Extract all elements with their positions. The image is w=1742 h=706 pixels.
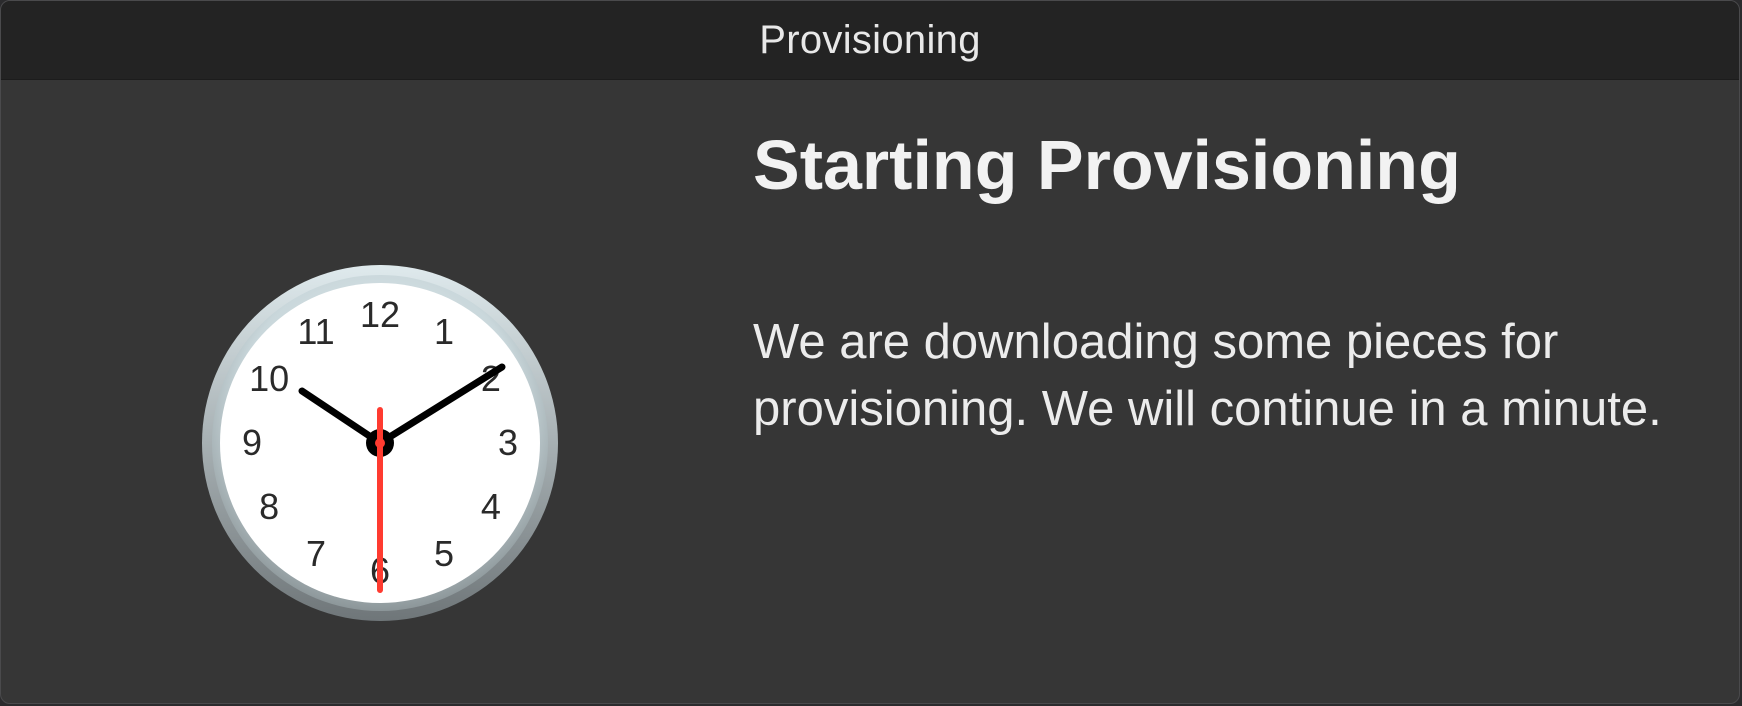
clock-numeral-9: 9	[242, 422, 262, 463]
clock-numeral-8: 8	[259, 486, 279, 527]
provisioning-window: Provisioning 12 1 2 3 4 5 7 8 9 10 11 St…	[0, 0, 1740, 704]
clock-numeral-10: 10	[249, 358, 289, 399]
clock-graphic: 121234567891011	[202, 265, 558, 621]
window-title: Provisioning	[759, 17, 981, 62]
clock-numeral-1: 1	[434, 311, 454, 352]
clock-icon: 121234567891011	[197, 260, 563, 626]
dialog-message: We are downloading some pieces for provi…	[753, 315, 1662, 436]
title-bar[interactable]: Provisioning	[1, 1, 1739, 80]
clock-numeral-11: 11	[297, 311, 334, 352]
clock-numeral-12: 12	[360, 294, 400, 335]
dialog-content: 121234567891011 Starting Provisioning We…	[1, 79, 1739, 703]
clock-numeral-7: 7	[306, 533, 326, 574]
clock-numeral-3: 3	[498, 422, 518, 463]
clock-numeral-5: 5	[434, 533, 454, 574]
clock-numeral-4: 4	[481, 486, 501, 527]
clock-second-pin	[375, 438, 385, 448]
dialog-heading: Starting Provisioning	[753, 126, 1461, 204]
